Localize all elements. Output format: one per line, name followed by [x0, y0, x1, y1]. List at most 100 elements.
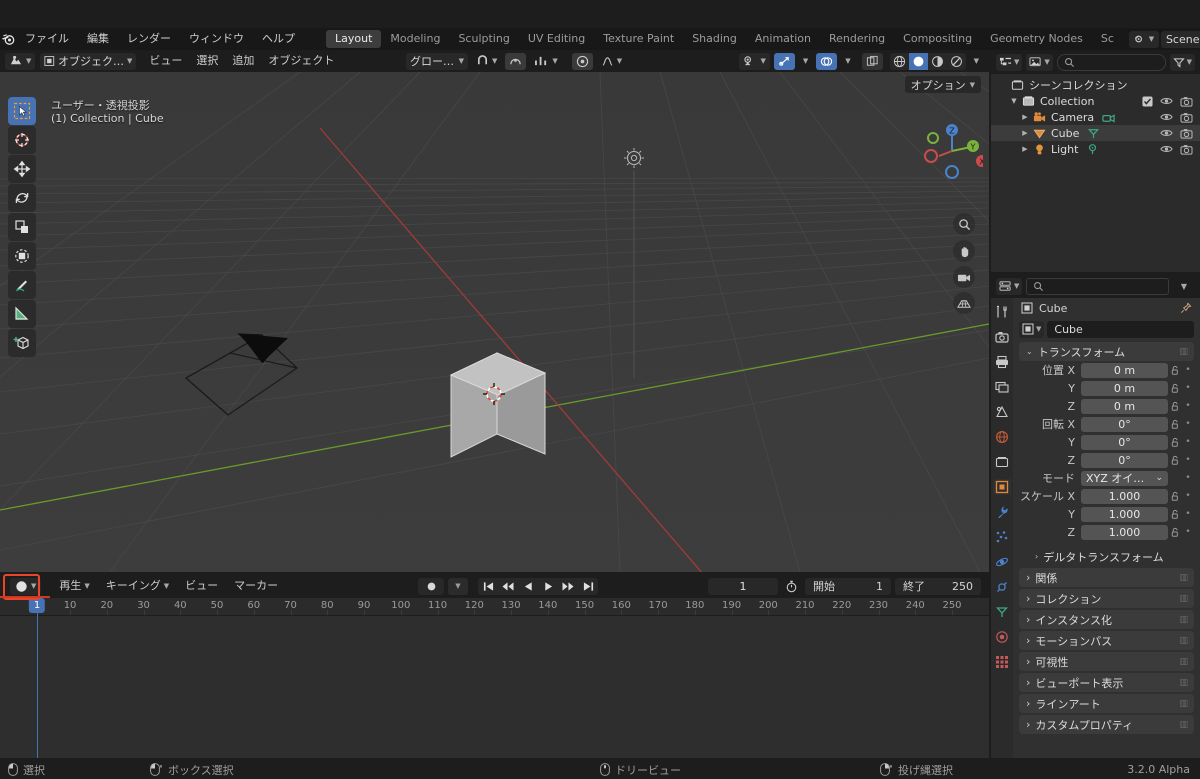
workspace-tab-sculpting[interactable]: Sculpting [449, 30, 518, 48]
tab-output[interactable] [993, 354, 1011, 370]
animate-property-dot-icon[interactable]: • [1182, 383, 1194, 393]
animate-property-dot-icon[interactable]: • [1182, 437, 1194, 447]
workspace-tab-rendering[interactable]: Rendering [820, 30, 894, 48]
outliner-display-mode-icon[interactable]: ▼ [996, 53, 1023, 71]
animate-property-dot-icon[interactable]: • [1182, 509, 1194, 519]
overlays-dropdown[interactable]: ▼ [799, 53, 812, 70]
workspace-tab-compositing[interactable]: Compositing [894, 30, 981, 48]
timeline-menu-ビュー[interactable]: ビュー [177, 577, 226, 595]
tab-data[interactable] [993, 604, 1011, 620]
jump-start-icon[interactable] [478, 578, 498, 595]
tool-select-box[interactable] [8, 97, 36, 125]
proportional-toggle[interactable] [571, 52, 593, 70]
current-frame-input[interactable]: 1 [708, 577, 778, 595]
outliner[interactable]: ▼ ▼ ▼ シーンコレクション ▼ Collection ▶ Camera ▶ Cube ▶ L… [991, 50, 1200, 272]
menu-help[interactable]: ヘルプ [253, 30, 304, 48]
tab-tool[interactable] [993, 304, 1011, 320]
camera-render-icon[interactable] [1180, 96, 1193, 107]
lock-icon[interactable] [1168, 365, 1182, 376]
viewport-options-button[interactable]: オプション ▼ [904, 76, 981, 93]
navigation-gizmo[interactable]: Z Y X [921, 120, 983, 182]
transform-field-value[interactable]: 0° [1081, 452, 1168, 468]
object-type-icon[interactable]: ▼ [1019, 320, 1045, 338]
transform-field-value[interactable]: 0 m [1081, 362, 1168, 378]
tool-cursor[interactable] [8, 126, 36, 154]
viewport-menu-選択[interactable]: 選択 [189, 52, 225, 70]
proportional-edit-icon[interactable] [505, 52, 527, 70]
start-frame-field[interactable]: 開始 1 [805, 577, 891, 595]
outliner-row-cube[interactable]: ▶ Cube [991, 125, 1200, 141]
expand-triangle-icon[interactable]: ▼ [1008, 97, 1020, 105]
tab-viewlayer[interactable] [993, 379, 1011, 395]
workspace-tab-uv-editing[interactable]: UV Editing [519, 30, 594, 48]
checkbox-icon[interactable] [1142, 95, 1153, 107]
lock-icon[interactable] [1168, 419, 1182, 430]
record-dot-icon[interactable] [418, 577, 444, 595]
lock-icon[interactable] [1168, 527, 1182, 538]
tab-modifiers[interactable] [993, 504, 1011, 520]
animate-property-dot-icon[interactable]: • [1182, 527, 1194, 537]
jump-end-icon[interactable] [578, 578, 598, 595]
shading-material-preview[interactable] [928, 53, 947, 70]
filter-id-icon[interactable]: ▼ [1026, 53, 1053, 71]
eye-icon[interactable] [1160, 128, 1173, 138]
timeline-channels[interactable] [0, 616, 989, 758]
light-data-icon[interactable] [1084, 143, 1101, 156]
tab-scene[interactable] [993, 404, 1011, 420]
scene-field[interactable]: Scene [1160, 30, 1200, 48]
panel-ラインアート[interactable]: › ラインアート ▥ [1019, 694, 1194, 713]
lock-icon[interactable] [1168, 401, 1182, 412]
camera-data-icon[interactable] [1100, 111, 1117, 124]
object-name-input[interactable]: Cube [1047, 320, 1194, 338]
transform-field-value[interactable]: 0° [1081, 416, 1168, 432]
shading-mode-group[interactable] [889, 52, 966, 70]
outliner-row-light[interactable]: ▶ Light [991, 141, 1200, 157]
toggle-xray-button[interactable] [861, 52, 883, 70]
gizmo-icon[interactable]: ▼ [739, 52, 770, 70]
transform-field-value[interactable]: 0° [1081, 434, 1168, 450]
properties-tabs[interactable] [991, 298, 1013, 758]
workspace-tab-geometry-nodes[interactable]: Geometry Nodes [981, 30, 1092, 48]
keying-dropdown[interactable]: ▼ [448, 577, 468, 595]
workspace-tab-shading[interactable]: Shading [683, 30, 746, 48]
tab-particles[interactable] [993, 529, 1011, 545]
viewport-canvas[interactable] [0, 72, 989, 572]
viewport-toolbar[interactable] [8, 97, 36, 357]
tool-annotate[interactable] [8, 271, 36, 299]
animate-property-dot-icon[interactable]: • [1182, 401, 1194, 411]
falloff-smooth-icon[interactable]: ▼ [530, 53, 561, 70]
mesh-data-icon[interactable] [1085, 127, 1102, 140]
viewport-menu-オブジェクト[interactable]: オブジェクト [261, 52, 341, 70]
playback-controls[interactable] [478, 577, 598, 595]
tab-physics[interactable] [993, 554, 1011, 570]
panel-可視性[interactable]: › 可視性 ▥ [1019, 652, 1194, 671]
tab-render[interactable] [993, 329, 1011, 345]
camera-render-icon[interactable] [1180, 144, 1193, 155]
outliner-tree[interactable]: シーンコレクション ▼ Collection ▶ Camera ▶ Cube ▶ Light [991, 74, 1200, 157]
workspace-tab-modeling[interactable]: Modeling [381, 30, 449, 48]
delta-transform-subpanel[interactable]: › デルタトランスフォーム [1013, 547, 1200, 566]
viewport-3d[interactable]: ▼ オブジェク… ▼ ビュー 選択 追加 オブジェクト グロー… ▼ ▼ ▼ ▼… [0, 50, 989, 572]
lock-icon[interactable] [1168, 491, 1182, 502]
play-reverse-icon[interactable] [518, 578, 538, 595]
object-name-row[interactable]: ▼ Cube [1013, 319, 1200, 339]
blender-logo-icon[interactable] [0, 31, 16, 47]
transform-orientation-dropdown[interactable]: グロー… ▼ [406, 52, 468, 70]
panel-コレクション[interactable]: › コレクション ▥ [1019, 589, 1194, 608]
transform-field-value[interactable]: 1.000 [1081, 488, 1168, 504]
timeline-menu-キーイング[interactable]: キーイング ▼ [98, 577, 177, 595]
xray-icon[interactable] [816, 52, 838, 70]
tool-move[interactable] [8, 155, 36, 183]
transform-field-value[interactable]: 1.000 [1081, 524, 1168, 540]
tab-texture[interactable] [993, 654, 1011, 670]
tab-world[interactable] [993, 429, 1011, 445]
editor-type-3dview-icon[interactable]: ▼ [5, 52, 36, 70]
timeline-menu-マーカー[interactable]: マーカー [226, 577, 286, 595]
shading-solid[interactable] [908, 52, 928, 70]
timeline-editor[interactable]: ▼ 再生 ▼ キーイング ▼ ビュー マーカー ▼ 1 開始 1 終了 250 … [0, 574, 989, 758]
properties-options-chevron-down-icon[interactable]: ▼ [1173, 282, 1195, 291]
interaction-mode-dropdown[interactable]: オブジェク… ▼ [40, 52, 137, 70]
lock-icon[interactable] [1168, 509, 1182, 520]
lock-icon[interactable] [1168, 437, 1182, 448]
falloff-curve-icon[interactable]: ▼ [597, 53, 626, 70]
